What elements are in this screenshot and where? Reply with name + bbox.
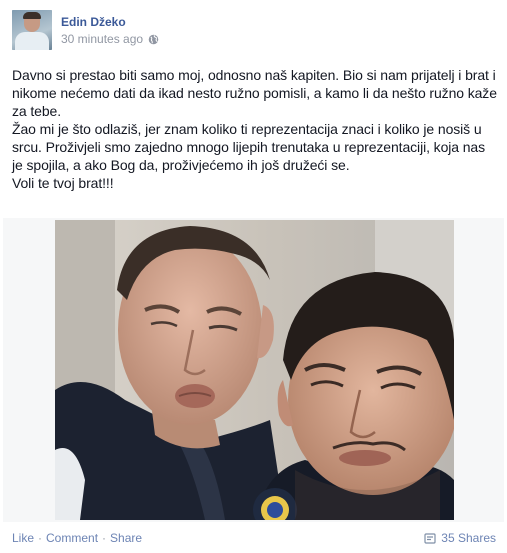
shares-count-link[interactable]: 35 Shares — [424, 531, 496, 545]
post-paragraph: Voli te tvoj brat!!! — [12, 175, 114, 191]
post-meta: 30 minutes ago — [61, 32, 159, 46]
like-link[interactable]: Like — [12, 531, 34, 545]
post-actions: Like · Comment · Share — [12, 531, 142, 545]
post-paragraph: Žao mi je što odlaziš, jer znam koliko t… — [12, 121, 486, 173]
post-text: Davno si prestao biti samo moj, odnosno … — [12, 66, 498, 192]
globe-icon[interactable] — [148, 34, 159, 45]
author-name-link[interactable]: Edin Džeko — [61, 15, 126, 29]
post-photo[interactable] — [55, 220, 454, 520]
facebook-post: Edin Džeko 30 minutes ago Davno si prest… — [0, 0, 507, 553]
comment-link[interactable]: Comment — [46, 531, 98, 545]
action-separator: · — [38, 531, 43, 545]
share-icon — [424, 533, 436, 544]
post-paragraph: Davno si prestao biti samo moj, odnosno … — [12, 67, 497, 119]
photo-illustration — [55, 220, 454, 520]
author-avatar[interactable] — [12, 10, 52, 50]
action-separator: · — [102, 531, 107, 545]
photo-attachment — [3, 218, 504, 522]
shares-count: 35 Shares — [441, 531, 496, 545]
post-header: Edin Džeko 30 minutes ago — [12, 10, 492, 50]
share-link[interactable]: Share — [110, 531, 142, 545]
post-timestamp[interactable]: 30 minutes ago — [61, 32, 143, 46]
post-footer: Like · Comment · Share 35 Shares — [12, 531, 498, 549]
